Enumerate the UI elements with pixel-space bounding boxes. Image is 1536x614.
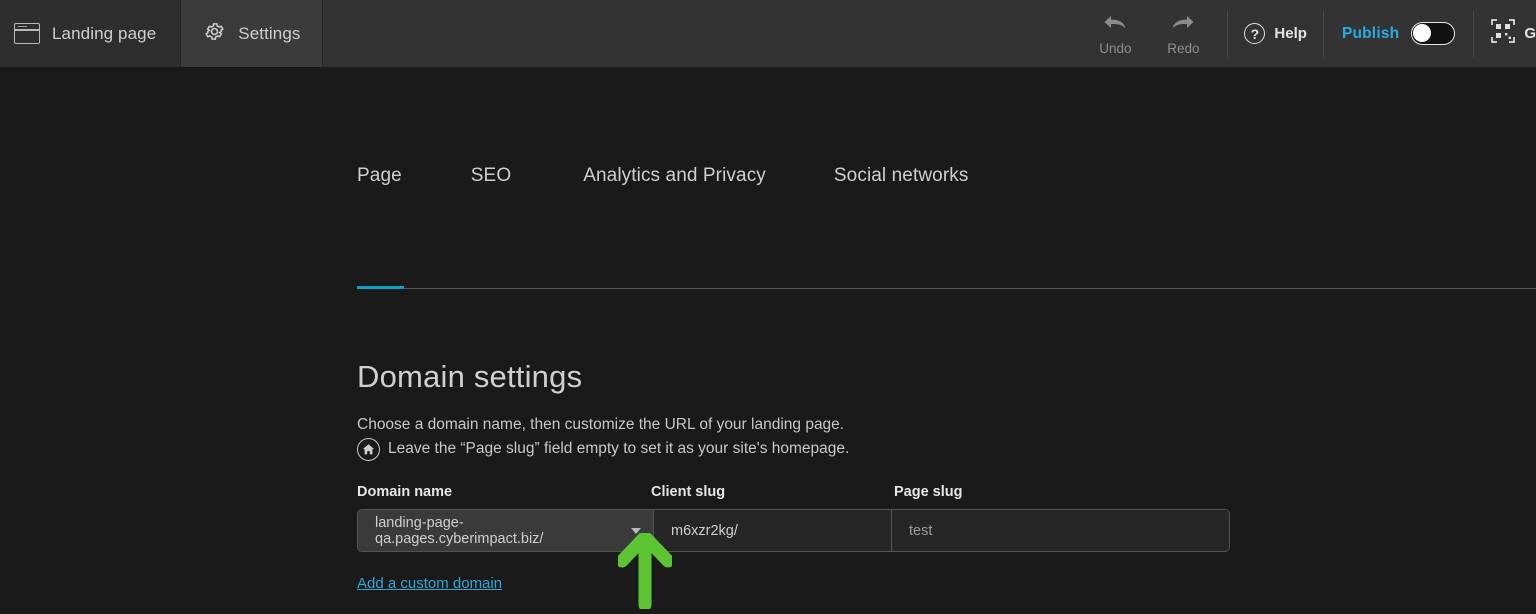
toolbar-actions: Undo Redo ? Help Publish [1081, 0, 1536, 67]
help-label: Help [1274, 25, 1307, 42]
tab-active-indicator [357, 286, 404, 289]
tab-page[interactable]: Page [357, 165, 402, 209]
undo-button[interactable]: Undo [1081, 0, 1149, 67]
help-button[interactable]: ? Help [1238, 23, 1313, 44]
publish-toggle[interactable] [1411, 22, 1455, 45]
qr-code-button[interactable]: G [1484, 18, 1536, 49]
browser-window-icon [14, 23, 40, 44]
publish-control[interactable]: Publish [1334, 22, 1463, 45]
tab-social-networks[interactable]: Social networks [834, 165, 969, 209]
main-content: Page SEO Analytics and Privacy Social ne… [0, 67, 1536, 542]
domain-name-select[interactable]: landing-page-qa.pages.cyberimpact.biz/ [358, 510, 654, 551]
redo-arrow-icon [1168, 11, 1198, 40]
qr-code-icon [1490, 18, 1516, 49]
domain-settings-description-2-row: Leave the “Page slug” field empty to set… [357, 437, 1230, 461]
question-circle-icon: ? [1244, 23, 1265, 44]
page-slug-value: test [909, 523, 932, 539]
qr-code-label: G [1524, 25, 1536, 42]
app-nav-tabs: Landing page Settings [0, 0, 323, 67]
domain-name-label: Domain name [357, 484, 651, 500]
redo-label: Redo [1167, 41, 1199, 56]
toolbar-divider-2 [1323, 11, 1324, 57]
domain-settings-section: Domain settings Choose a domain name, th… [357, 359, 1230, 593]
domain-url-field-group: landing-page-qa.pages.cyberimpact.biz/ m… [357, 509, 1230, 552]
toolbar-divider-3 [1473, 11, 1474, 57]
page-title: Domain settings [357, 359, 1230, 395]
tabs-divider-line [357, 288, 1536, 289]
nav-tab-landing-page-label: Landing page [52, 24, 156, 44]
home-icon [357, 438, 380, 461]
client-slug-value: m6xzr2kg/ [671, 523, 738, 539]
field-labels-row: Domain name Client slug Page slug [357, 484, 1230, 500]
toolbar-divider-1 [1227, 11, 1228, 57]
page-slug-input[interactable]: test [892, 510, 1229, 551]
settings-tabs: Page SEO Analytics and Privacy Social ne… [357, 165, 1536, 217]
publish-label: Publish [1342, 25, 1399, 43]
nav-tab-settings-label: Settings [238, 24, 300, 44]
add-custom-domain-link[interactable]: Add a custom domain [357, 575, 502, 592]
domain-settings-description-1: Choose a domain name, then customize the… [357, 413, 1230, 437]
client-slug-input[interactable]: m6xzr2kg/ [654, 510, 892, 551]
nav-tab-settings[interactable]: Settings [181, 0, 323, 67]
client-slug-label: Client slug [651, 484, 894, 500]
redo-button[interactable]: Redo [1149, 0, 1217, 67]
undo-label: Undo [1099, 41, 1131, 56]
tab-seo[interactable]: SEO [471, 165, 511, 209]
nav-tab-landing-page[interactable]: Landing page [0, 0, 181, 67]
page-slug-label: Page slug [894, 484, 963, 500]
gear-icon [203, 20, 226, 48]
undo-arrow-icon [1100, 11, 1130, 40]
publish-toggle-knob [1413, 24, 1431, 42]
tab-analytics-and-privacy[interactable]: Analytics and Privacy [583, 165, 766, 209]
top-toolbar: Landing page Settings Undo [0, 0, 1536, 67]
domain-settings-description-2: Leave the “Page slug” field empty to set… [388, 437, 849, 461]
toolbar-spacer [323, 0, 1081, 67]
chevron-down-icon [631, 528, 641, 534]
